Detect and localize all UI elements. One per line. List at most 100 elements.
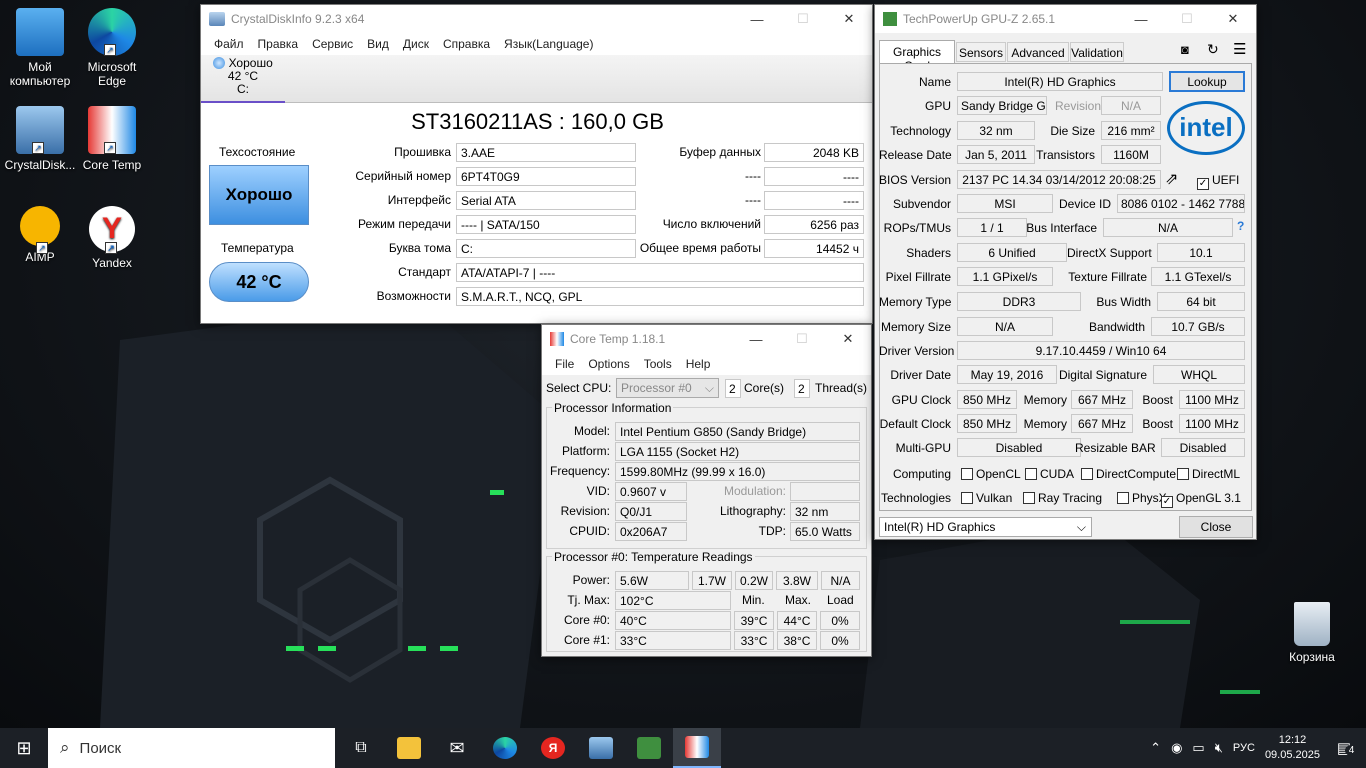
refresh-icon[interactable]: ↻ (1207, 41, 1219, 58)
taskbar-coretemp[interactable] (673, 728, 721, 768)
vid-label: VID: (586, 484, 610, 498)
taskbar-explorer[interactable] (385, 728, 433, 768)
shortcut-arrow-icon: ↗ (105, 242, 117, 254)
close-button[interactable]: ✕ (826, 5, 872, 33)
gpu-select-dropdown[interactable]: Intel(R) HD Graphics ⌵ (879, 517, 1092, 537)
technology-label: Technology (890, 124, 951, 138)
clock[interactable]: 12:12 09.05.2025 (1265, 733, 1320, 763)
shaders-label: Shaders (906, 246, 951, 260)
coretemp-icon (685, 736, 709, 758)
directx-value: 10.1 (1157, 243, 1245, 262)
camera-icon[interactable]: ◙ (1181, 42, 1189, 57)
menu-help[interactable]: Help (679, 357, 718, 371)
menu-bar: File Options Tools Help (542, 353, 871, 375)
start-button[interactable]: ⊞ (0, 728, 48, 768)
minimize-button[interactable]: — (1118, 5, 1164, 33)
uefi-label: UEFI (1212, 173, 1240, 187)
crystaldiskinfo-window[interactable]: CrystalDiskInfo 9.2.3 x64 — ☐ ✕ Файл Пра… (200, 4, 873, 324)
menu-file[interactable]: Файл (207, 37, 251, 51)
gpuz-window[interactable]: TechPowerUp GPU-Z 2.65.1 — ☐ ✕ Graphics … (874, 4, 1257, 540)
volume-mute-icon[interactable]: 🔇︎ (1215, 740, 1223, 756)
serial-value: 6PT4T0G9 (456, 167, 636, 186)
desktop-icon-recycle-bin[interactable]: Корзина (1272, 602, 1352, 664)
desktop-icon-yandex[interactable]: Y ↗ Yandex (72, 206, 152, 270)
disk-model-title: ST3160211AS : 160,0 GB (411, 109, 664, 134)
notifications-button[interactable]: ▤ 4 (1330, 739, 1358, 757)
taskbar-yandex[interactable]: Я (529, 728, 577, 768)
lookup-button[interactable]: Lookup (1169, 71, 1245, 92)
bandwidth-value: 10.7 GB/s (1151, 317, 1245, 336)
menu-language[interactable]: Язык(Language) (497, 37, 600, 51)
close-dialog-button[interactable]: Close (1179, 516, 1253, 538)
desktop-icon-aimp[interactable]: ↗ AIMP (0, 206, 80, 264)
taskbar-mail[interactable]: ✉ (433, 728, 481, 768)
temperature-badge[interactable]: 42 °C (209, 262, 309, 302)
core1-min: 33°C (734, 631, 774, 650)
close-button[interactable]: ✕ (825, 325, 871, 353)
desktop-icon-coretemp[interactable]: ↗ Core Temp (72, 106, 152, 172)
digital-signature-label: Digital Signature (1058, 368, 1147, 382)
taskbar-gpuz[interactable] (625, 728, 673, 768)
health-status-button[interactable]: Хорошо (209, 165, 309, 225)
opengl-checkbox[interactable]: ✓ OpenGL 3.1 (1161, 491, 1241, 508)
disk-tab-c[interactable]: Хорошо 42 °C C: (201, 55, 285, 103)
title-bar[interactable]: TechPowerUp GPU-Z 2.65.1 — ☐ ✕ (875, 5, 1256, 33)
uefi-checkbox[interactable]: ✓ UEFI (1197, 173, 1239, 190)
taskbar-edge[interactable] (481, 728, 529, 768)
menu-disk[interactable]: Диск (396, 37, 436, 51)
network-icon[interactable]: ▭ (1192, 740, 1204, 756)
cuda-checkbox[interactable]: CUDA (1025, 467, 1074, 481)
desktop-icon-edge[interactable]: ↗ Microsoft Edge (72, 8, 152, 88)
menu-help[interactable]: Справка (436, 37, 497, 51)
chevron-up-icon[interactable]: ⌃ (1150, 740, 1161, 756)
driver-version-value: 9.17.10.4459 / Win10 64 (957, 341, 1245, 360)
default-boost-value: 1100 MHz (1179, 414, 1245, 433)
language-indicator[interactable]: РУС (1233, 742, 1255, 754)
maximize-button[interactable]: ☐ (1164, 5, 1210, 33)
menu-view[interactable]: Вид (360, 37, 396, 51)
tab-sensors[interactable]: Sensors (956, 42, 1006, 62)
opencl-checkbox[interactable]: OpenCL (961, 467, 1021, 481)
platform-value: LGA 1155 (Socket H2) (615, 442, 860, 461)
bus-interface-label: Bus Interface (1026, 221, 1097, 235)
menu-file[interactable]: File (548, 357, 581, 371)
taskbar-crystaldisk[interactable] (577, 728, 625, 768)
title-bar[interactable]: CrystalDiskInfo 9.2.3 x64 — ☐ ✕ (201, 5, 872, 33)
cuda-label: CUDA (1040, 467, 1075, 481)
minimize-button[interactable]: — (733, 325, 779, 353)
menu-service[interactable]: Сервис (305, 37, 360, 51)
menu-tools[interactable]: Tools (637, 357, 679, 371)
title-bar[interactable]: Core Temp 1.18.1 — ☐ ✕ (542, 325, 871, 353)
tab-validation[interactable]: Validation (1070, 42, 1124, 62)
frequency-value: 1599.80MHz (99.99 x 16.0) (615, 462, 860, 481)
coretemp-window[interactable]: Core Temp 1.18.1 — ☐ ✕ File Options Tool… (541, 324, 872, 657)
menu-icon[interactable]: ☰ (1233, 40, 1246, 58)
share-icon[interactable]: ⇗ (1165, 169, 1178, 189)
menu-options[interactable]: Options (581, 357, 636, 371)
help-icon[interactable]: ? (1237, 219, 1244, 233)
physx-checkbox[interactable]: PhysX (1117, 491, 1167, 505)
minimize-button[interactable]: — (734, 5, 780, 33)
directcompute-checkbox[interactable]: DirectCompute (1081, 467, 1176, 481)
tab-status: Хорошо (228, 56, 273, 70)
desktop-icon-crystaldisk[interactable]: ↗ CrystalDisk... (0, 106, 80, 172)
tab-advanced[interactable]: Advanced (1007, 42, 1069, 62)
maximize-button[interactable]: ☐ (780, 5, 826, 33)
maximize-button[interactable]: ☐ (779, 325, 825, 353)
core0-min: 39°C (734, 611, 774, 630)
tab-graphics-card[interactable]: Graphics Card (879, 40, 955, 73)
cpu-select-dropdown[interactable]: Processor #0 ⌵ (616, 378, 719, 398)
ray-tracing-checkbox[interactable]: Ray Tracing (1023, 491, 1102, 505)
task-view-button[interactable]: ⧉ (337, 728, 385, 768)
menu-edit[interactable]: Правка (251, 37, 306, 51)
memory-type-label: Memory Type (879, 295, 952, 309)
taskbar-search-box[interactable]: ⌕ Поиск (48, 728, 335, 768)
camera-tray-icon[interactable]: ◉ (1171, 740, 1182, 756)
bios-version-label: BIOS Version (879, 173, 952, 187)
desktop-icon-my-computer[interactable]: Мой компьютер (0, 8, 80, 88)
vulkan-checkbox[interactable]: Vulkan (961, 491, 1012, 505)
row2-label: ---- (745, 169, 761, 183)
directml-checkbox[interactable]: DirectML (1177, 467, 1240, 481)
close-button[interactable]: ✕ (1210, 5, 1256, 33)
bus-width-value: 64 bit (1157, 292, 1245, 311)
